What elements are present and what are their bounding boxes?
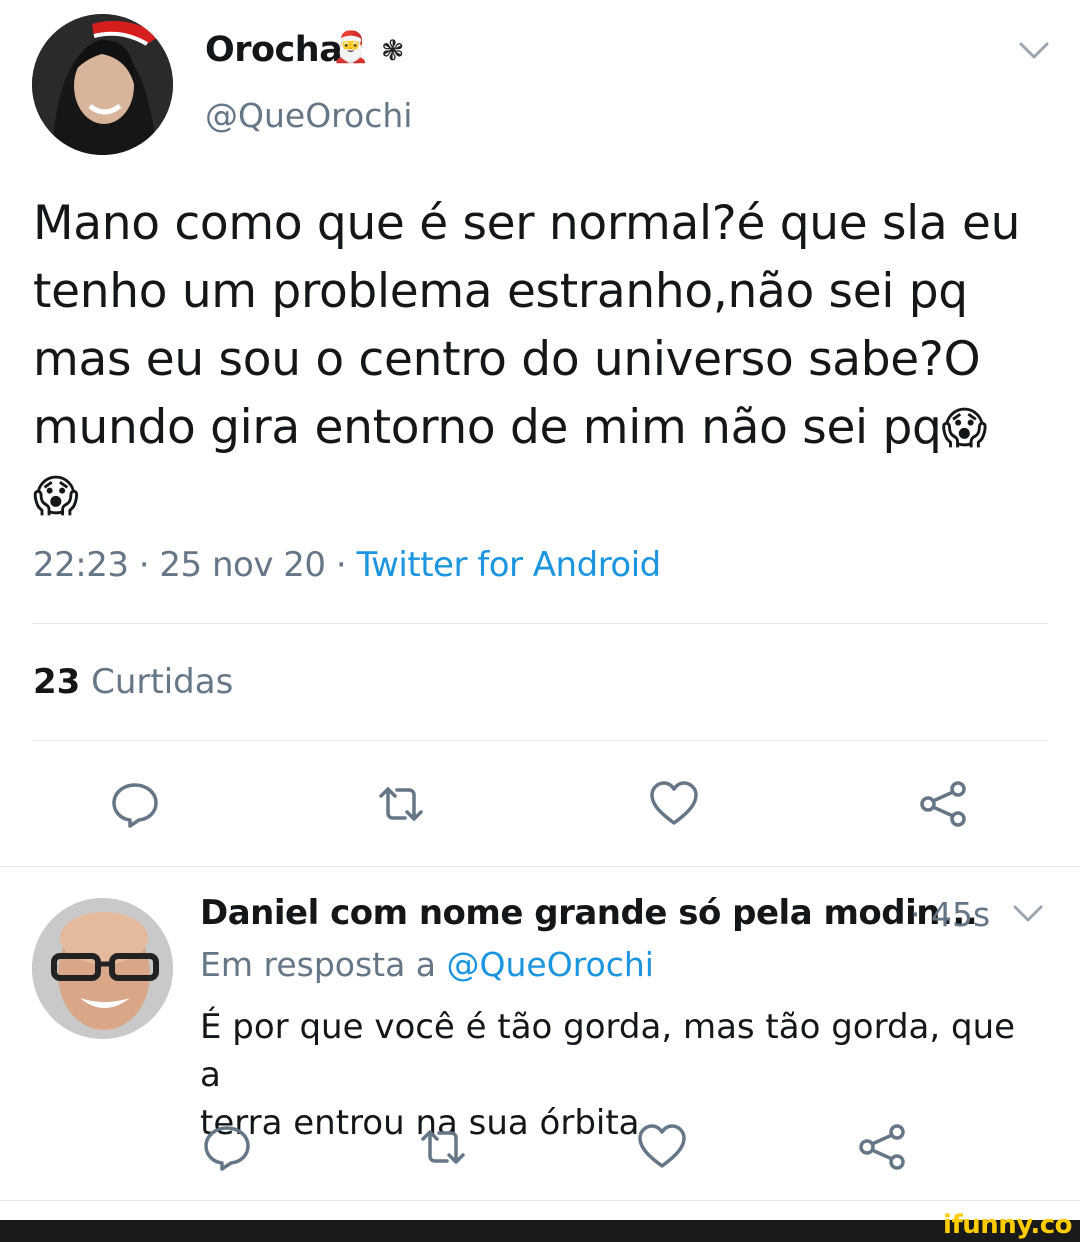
- main-tweet: Orocha 🎅 ❃ @QueOrochi Mano como que é se…: [0, 0, 1080, 866]
- tweet-text-line: 😱: [33, 462, 1043, 530]
- like-icon: [638, 1124, 686, 1168]
- profile-photo: [32, 898, 173, 1039]
- divider: [32, 623, 1048, 624]
- like-button[interactable]: [635, 1120, 689, 1174]
- likes-label: Curtidas: [91, 662, 234, 702]
- reply-timestamp: · 45s: [910, 895, 991, 934]
- divider: [0, 1200, 1080, 1201]
- reply-text: É por que você é tão gorda, mas tão gord…: [200, 1003, 1040, 1147]
- retweet-icon: [379, 787, 423, 821]
- likes-count: 23: [33, 662, 81, 702]
- share-icon: [859, 1124, 905, 1170]
- replying-to: Em resposta a @QueOrochi: [200, 945, 654, 984]
- like-button[interactable]: [647, 777, 701, 831]
- tweet-source-link[interactable]: Twitter for Android: [356, 545, 661, 585]
- reply-button[interactable]: [200, 1120, 254, 1174]
- tweet-text-line: Mano como que é ser normal?é que sla eu: [33, 196, 1021, 251]
- reply-text-line: terra entrou na sua órbita: [200, 1103, 640, 1143]
- user-handle[interactable]: @QueOrochi: [205, 96, 412, 135]
- profile-photo: [32, 14, 173, 155]
- tweet-text-line-part: mundo gira entorno de mim não sei pq: [33, 400, 942, 455]
- reply-display-name[interactable]: Daniel com nome grande só pela modin...: [200, 893, 978, 933]
- chevron-down-icon[interactable]: [1018, 40, 1050, 62]
- meta-separator: ·: [335, 545, 347, 585]
- retweet-icon: [421, 1130, 465, 1164]
- share-icon: [920, 781, 966, 827]
- divider: [0, 866, 1080, 867]
- watermark-bar: [0, 1220, 1080, 1242]
- tweet-meta: 22:23 · 25 nov 20 · Twitter for Android: [33, 545, 661, 585]
- meta-separator: ·: [138, 545, 150, 585]
- retweet-button[interactable]: [374, 777, 428, 831]
- tweet-text-line: mundo gira entorno de mim não sei pq😱: [33, 394, 1043, 462]
- like-icon: [650, 781, 698, 825]
- likes-summary[interactable]: 23 Curtidas: [33, 662, 233, 702]
- santa-emoji: 🎅: [332, 30, 370, 65]
- divider: [32, 740, 1048, 741]
- share-button[interactable]: [916, 777, 970, 831]
- scream-emoji: 😱: [941, 403, 988, 454]
- chevron-down-icon[interactable]: [1012, 903, 1044, 925]
- flower-symbol: ❃: [381, 34, 405, 67]
- replying-to-label: Em resposta a: [200, 945, 437, 984]
- share-button[interactable]: [855, 1120, 909, 1174]
- tweet-date: 25 nov 20: [159, 545, 326, 585]
- tweet-time: 22:23: [33, 545, 129, 585]
- reply-avatar[interactable]: [32, 898, 173, 1039]
- tweet-text: Mano como que é ser normal?é que sla eu …: [33, 190, 1043, 530]
- reply-text-line: É por que você é tão gorda, mas tão gord…: [200, 1007, 1016, 1095]
- reply-button[interactable]: [108, 777, 162, 831]
- retweet-button[interactable]: [416, 1120, 470, 1174]
- reply-icon: [112, 783, 158, 828]
- avatar[interactable]: [32, 14, 173, 155]
- reply-icon: [204, 1126, 250, 1171]
- scream-emoji: 😱: [33, 471, 79, 522]
- replying-to-handle[interactable]: @QueOrochi: [447, 945, 654, 984]
- watermark-logo: ifunny.co: [943, 1210, 1072, 1240]
- display-name[interactable]: Orocha: [205, 30, 343, 70]
- tweet-text-line: mas eu sou o centro do universo sabe?O: [33, 332, 981, 387]
- tweet-text-line: tenho um problema estranho,não sei pq: [33, 264, 968, 319]
